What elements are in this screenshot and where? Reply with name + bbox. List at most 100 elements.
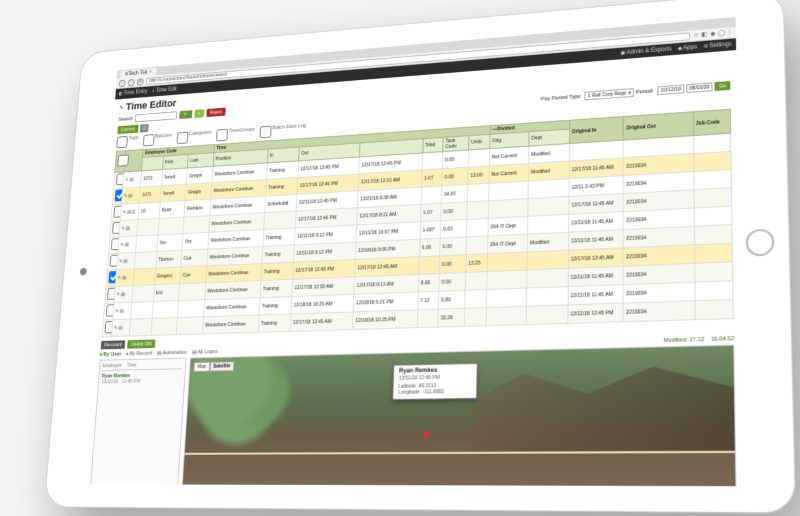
- cell-task: 6.00: [440, 237, 467, 256]
- map-popup: Ryan Remkes 12/11/18 12:45 PM Latitude40…: [392, 363, 478, 400]
- search-input[interactable]: [135, 111, 177, 122]
- date-from[interactable]: 10/12/18: [658, 84, 684, 95]
- cell-job: [695, 300, 733, 320]
- row-select[interactable]: [114, 172, 124, 189]
- row-select[interactable]: [105, 286, 115, 303]
- cell-last: Remkes: [184, 199, 211, 217]
- cell-code: 16: [138, 202, 160, 219]
- row-actions[interactable]: ✎▤: [115, 269, 135, 286]
- close-icon[interactable]: ×: [149, 69, 152, 74]
- cell-r1: [528, 214, 569, 234]
- cell-last: Gregor: [185, 183, 212, 201]
- star-icon[interactable]: ☆: [693, 32, 699, 39]
- cell-in: Training: [259, 297, 292, 315]
- row-actions[interactable]: ✎▤: [116, 252, 135, 269]
- tab-by-user[interactable]: ▸By User: [100, 352, 121, 358]
- row-actions[interactable]: ✎▤: [121, 187, 140, 204]
- cell-out: 12/17/18 12:45 AM: [290, 312, 353, 331]
- tag-count[interactable]: 0: [139, 124, 149, 133]
- recount-button[interactable]: Re-count: [101, 340, 126, 349]
- col-orig-in[interactable]: Original In: [569, 117, 624, 144]
- row-actions[interactable]: ✎▤: [118, 236, 137, 253]
- page-body: ✎ Time Editor Search 🔍 + Reject Current …: [85, 50, 743, 486]
- cell-more: [465, 272, 487, 291]
- row-actions[interactable]: ✎▤: [114, 286, 134, 303]
- subnav-timegroups[interactable]: TimeGroups: [216, 127, 255, 141]
- delete-old-button[interactable]: Delete Old: [127, 339, 155, 348]
- subnav-batches[interactable]: Batches: [143, 133, 172, 147]
- extension-icon[interactable]: ◧: [701, 31, 707, 38]
- reload-icon[interactable]: ⟳: [137, 78, 144, 86]
- row-actions[interactable]: ✎▤⎙: [120, 203, 139, 220]
- tab-automation[interactable]: ▤Automation: [157, 350, 187, 356]
- row-select[interactable]: [107, 253, 117, 270]
- tab-title: eTech Tsk: [125, 70, 147, 77]
- cell-job: [695, 262, 733, 282]
- cell-job: [693, 133, 730, 153]
- cell-task: 34.87: [441, 185, 467, 204]
- nav-apps[interactable]: ◆Apps: [678, 44, 697, 51]
- add-button[interactable]: +: [194, 109, 204, 118]
- cell-code: [135, 251, 157, 269]
- reject-button[interactable]: Reject: [206, 108, 226, 117]
- subnav-tags[interactable]: Tags: [116, 135, 138, 148]
- col-job[interactable]: Job Code: [693, 109, 730, 135]
- cell-first: Thomas: [155, 250, 182, 268]
- extension-icon[interactable]: ◆: [710, 30, 716, 37]
- tab-by-record[interactable]: ▸By Record: [126, 351, 152, 357]
- row-actions[interactable]: ✎▤: [119, 220, 138, 237]
- forward-icon[interactable]: ›: [128, 79, 135, 86]
- cell-more: [467, 201, 488, 220]
- tab-loans[interactable]: ▤All Loans: [192, 349, 218, 355]
- cell-last: Tim: [182, 232, 209, 250]
- subnav-earnlog[interactable]: Batch Earn Log: [260, 123, 307, 138]
- row-select[interactable]: [112, 188, 122, 205]
- map-btn-map[interactable]: Map: [194, 362, 210, 372]
- row-select[interactable]: [108, 237, 118, 254]
- nav-time-edit[interactable]: ◐Time Edit: [152, 87, 177, 94]
- cell-r1: Modified: [527, 232, 568, 252]
- cell-dept: [488, 181, 528, 201]
- cell-in: Training: [263, 228, 295, 246]
- cell-last: [177, 300, 204, 318]
- cell-position: Westshore Continue: [204, 298, 260, 317]
- cell-position: Westshore Continue: [202, 315, 258, 334]
- date-to[interactable]: 08/03/20: [686, 82, 713, 93]
- menu-icon[interactable]: ⋮: [726, 29, 732, 36]
- emp-col-time: Time: [127, 363, 137, 369]
- tag-current[interactable]: Current: [117, 125, 138, 134]
- period-select[interactable]: 1 Rail Corp Regs ▾: [585, 88, 634, 100]
- row-actions[interactable]: ✎▤: [123, 171, 142, 188]
- map[interactable]: Map Satellite Ryan Remkes 12/11/18 12:45…: [181, 345, 736, 487]
- map-type-toggle: Map Satellite: [194, 361, 235, 372]
- map-btn-satellite[interactable]: Satellite: [209, 361, 234, 371]
- chevron-down-icon: ▾: [628, 90, 631, 96]
- col-units[interactable]: Units: [469, 134, 490, 150]
- profile-icon[interactable]: ◯: [718, 30, 724, 37]
- row-select[interactable]: [102, 320, 112, 337]
- row-select[interactable]: [103, 303, 113, 320]
- subnav-categories[interactable]: Categories: [176, 130, 211, 144]
- row-actions[interactable]: ✎▤: [111, 319, 131, 336]
- cell-task: 0.00: [442, 150, 468, 169]
- cell-in2: 12/11/18 11:45 AM: [568, 285, 624, 305]
- nav-settings[interactable]: ⚙Settings: [703, 42, 731, 50]
- search-button[interactable]: 🔍: [180, 110, 193, 119]
- cell-in2: 12/11/18 11:45 AM: [568, 266, 624, 286]
- cell-dept: [486, 288, 527, 307]
- row-select[interactable]: [111, 204, 121, 221]
- cell-r1: [526, 305, 567, 325]
- cell-total: 1-07: [420, 203, 441, 221]
- cell-r1: [527, 287, 568, 307]
- nav-time-entry[interactable]: ◧Time Entry: [119, 89, 148, 97]
- col-total[interactable]: Total: [422, 137, 443, 153]
- row-select[interactable]: [106, 270, 116, 287]
- cell-task: 0.00: [441, 202, 467, 221]
- row-actions[interactable]: ✎▤: [112, 302, 132, 319]
- cell-job: [694, 225, 732, 245]
- row-select[interactable]: [110, 221, 120, 238]
- back-icon[interactable]: ‹: [119, 79, 126, 86]
- go-button[interactable]: Go: [715, 81, 731, 91]
- cell-job: [694, 188, 732, 208]
- cell-first: Eric: [153, 284, 180, 302]
